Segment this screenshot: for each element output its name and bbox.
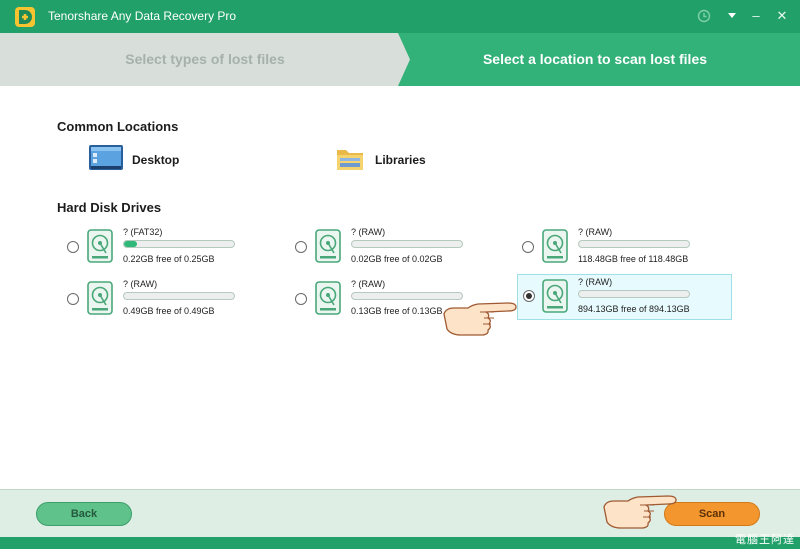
drive-radio[interactable]: [67, 293, 79, 305]
history-icon[interactable]: [694, 6, 714, 26]
close-button[interactable]: ✕: [772, 6, 792, 26]
drive-usage-fill: [124, 241, 138, 247]
drive-usage-bar: [578, 290, 690, 298]
hard-drive-icon: [315, 229, 341, 263]
drive-item[interactable]: ? (RAW) 118.48GB free of 118.48GB: [512, 225, 727, 271]
hard-disk-drives-title: Hard Disk Drives: [57, 200, 162, 215]
folder-icon: [337, 150, 363, 170]
location-label: Libraries: [375, 153, 426, 167]
drive-item[interactable]: ? (FAT32) 0.22GB free of 0.25GB: [57, 225, 272, 271]
hard-drive-icon: [315, 281, 341, 315]
drive-name: ? (RAW): [123, 279, 158, 289]
drive-radio[interactable]: [295, 293, 307, 305]
drive-name: ? (FAT32): [123, 227, 163, 237]
drive-item[interactable]: ? (RAW) 0.49GB free of 0.49GB: [57, 277, 272, 323]
drive-name: ? (RAW): [351, 227, 386, 237]
common-locations-title: Common Locations: [57, 119, 179, 134]
drive-name: ? (RAW): [351, 279, 386, 289]
back-button[interactable]: Back: [36, 502, 132, 526]
drive-radio[interactable]: [522, 241, 534, 253]
location-desktop[interactable]: Desktop: [88, 144, 198, 176]
drive-usage-bar: [351, 240, 463, 248]
steps-banner: Select types of lost files Select a loca…: [0, 33, 800, 86]
pointing-hand-icon: [603, 495, 677, 529]
hard-drive-icon: [542, 229, 568, 263]
chevron-down-icon[interactable]: [722, 6, 742, 26]
step-select-location: Select a location to scan lost files: [482, 51, 708, 67]
drive-free-space: 0.22GB free of 0.25GB: [123, 254, 215, 264]
drive-radio[interactable]: [67, 241, 79, 253]
hard-drive-icon: [87, 229, 113, 263]
desktop-icon: [89, 145, 123, 170]
drive-usage-bar: [578, 240, 690, 248]
drive-free-space: 118.48GB free of 118.48GB: [578, 254, 689, 264]
title-bar: Tenorshare Any Data Recovery Pro – ✕: [0, 0, 800, 33]
location-libraries[interactable]: Libraries: [335, 144, 445, 176]
hard-drive-icon: [542, 279, 568, 313]
drive-free-space: 0.49GB free of 0.49GB: [123, 306, 215, 316]
drive-radio[interactable]: [523, 290, 535, 302]
pointing-hand-icon: [443, 302, 517, 336]
minimize-button[interactable]: –: [746, 6, 766, 26]
drive-item[interactable]: ? (RAW) 0.02GB free of 0.02GB: [285, 225, 500, 271]
drive-usage-bar: [123, 292, 235, 300]
drive-name: ? (RAW): [578, 277, 613, 287]
step-select-types[interactable]: Select types of lost files: [0, 51, 410, 67]
window-title: Tenorshare Any Data Recovery Pro: [48, 9, 237, 23]
hard-drive-icon: [87, 281, 113, 315]
drive-item[interactable]: ? (RAW) 894.13GB free of 894.13GB: [517, 274, 732, 320]
drive-usage-bar: [123, 240, 235, 248]
drive-radio[interactable]: [295, 241, 307, 253]
drive-free-space: 894.13GB free of 894.13GB: [578, 304, 690, 314]
drive-name: ? (RAW): [578, 227, 613, 237]
drive-free-space: 0.02GB free of 0.02GB: [351, 254, 443, 264]
drive-free-space: 0.13GB free of 0.13GB: [351, 306, 443, 316]
bottom-strip: [0, 537, 800, 549]
app-logo-icon: [15, 7, 35, 27]
watermark-text: 電腦王阿達: [735, 534, 795, 546]
location-label: Desktop: [132, 153, 180, 167]
